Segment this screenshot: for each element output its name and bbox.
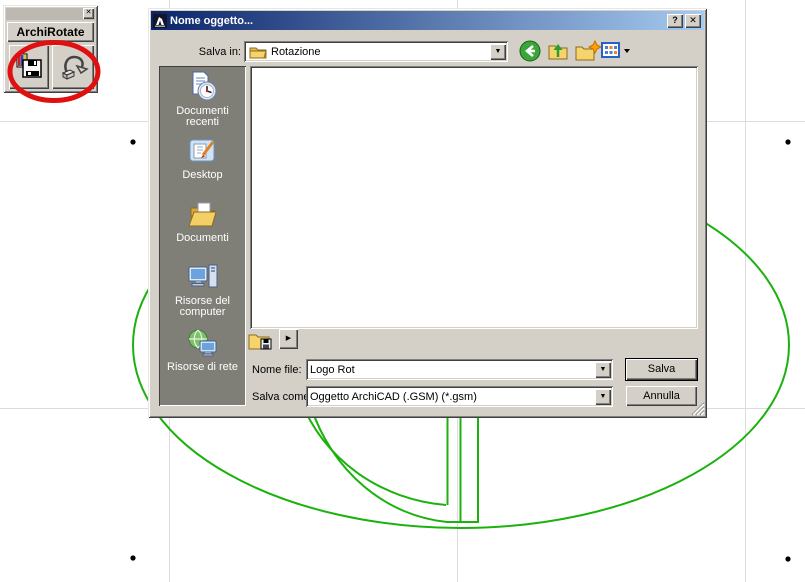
dialog-titlebar[interactable]: Nome oggetto... ? ✕ bbox=[151, 11, 704, 30]
dropdown-icon: ▼ bbox=[495, 48, 502, 55]
save-object-button[interactable] bbox=[9, 45, 49, 89]
place-label: Risorse del computer bbox=[162, 296, 244, 318]
save-type-dropdown-button[interactable]: ▼ bbox=[595, 389, 611, 405]
palette-close-button[interactable]: ✕ bbox=[83, 8, 94, 19]
save-in-combobox[interactable]: Rotazione ▼ bbox=[244, 41, 508, 62]
expand-arrow-icon: ▶ bbox=[286, 335, 291, 342]
expand-button[interactable]: ▶ bbox=[279, 329, 298, 349]
folder-save-icon[interactable] bbox=[248, 331, 276, 351]
place-network[interactable]: Risorse di rete bbox=[159, 328, 246, 373]
save-dialog: Nome oggetto... ? ✕ Salva in: Rotazione … bbox=[148, 8, 707, 418]
back-icon[interactable] bbox=[519, 39, 543, 63]
dialog-title: Nome oggetto... bbox=[167, 15, 667, 27]
help-button[interactable]: ? bbox=[667, 14, 683, 28]
place-recent-documents[interactable]: Documenti recenti bbox=[159, 70, 246, 128]
place-desktop[interactable]: Desktop bbox=[159, 136, 246, 181]
save-button-label: Salva bbox=[648, 363, 676, 375]
save-type-combobox[interactable]: Oggetto ArchiCAD (.GSM) (*.gsm) ▼ bbox=[306, 386, 613, 407]
place-my-computer[interactable]: Risorse del computer bbox=[159, 262, 246, 318]
file-name-dropdown-button[interactable]: ▼ bbox=[595, 362, 611, 378]
cancel-button-label: Annulla bbox=[643, 390, 680, 402]
archicad-object-icon bbox=[153, 14, 167, 28]
desktop-icon bbox=[187, 136, 219, 166]
place-label: Documenti bbox=[162, 233, 244, 244]
file-name-label: Nome file: bbox=[252, 364, 302, 376]
my-computer-icon bbox=[187, 262, 219, 292]
file-name-value: Logo Rot bbox=[306, 364, 593, 376]
dropdown-icon: ▼ bbox=[600, 393, 607, 400]
palette-title-button[interactable]: ArchiRotate bbox=[7, 22, 94, 42]
help-icon: ? bbox=[672, 15, 678, 25]
cancel-button[interactable]: Annulla bbox=[626, 386, 697, 406]
places-bar: Documenti recenti Desktop Docume bbox=[159, 66, 246, 406]
save-in-value: Rotazione bbox=[267, 46, 488, 58]
archicad-workspace: ✕ ArchiRotate bbox=[0, 0, 805, 582]
place-label: Documenti recenti bbox=[162, 106, 244, 128]
place-label: Desktop bbox=[162, 170, 244, 181]
save-floppy-icon bbox=[15, 52, 43, 80]
save-type-label: Salva come: bbox=[252, 391, 313, 403]
views-dropdown-caret[interactable] bbox=[624, 49, 630, 53]
rotate-object-button[interactable] bbox=[52, 45, 94, 89]
views-icon[interactable] bbox=[601, 41, 633, 61]
archirotate-palette: ✕ ArchiRotate bbox=[3, 5, 98, 93]
new-folder-icon[interactable] bbox=[575, 40, 601, 62]
rotate-arrow-icon bbox=[57, 51, 89, 83]
network-icon bbox=[187, 328, 219, 358]
close-icon: ✕ bbox=[86, 9, 92, 16]
file-name-combobox[interactable]: Logo Rot ▼ bbox=[306, 359, 613, 380]
save-type-value: Oggetto ArchiCAD (.GSM) (*.gsm) bbox=[306, 391, 593, 403]
folder-icon bbox=[249, 45, 267, 59]
dropdown-icon: ▼ bbox=[600, 366, 607, 373]
place-documents[interactable]: Documenti bbox=[159, 199, 246, 244]
close-icon: ✕ bbox=[689, 15, 697, 25]
save-in-dropdown-button[interactable]: ▼ bbox=[490, 44, 506, 60]
palette-title-label: ArchiRotate bbox=[16, 25, 84, 39]
save-button[interactable]: Salva bbox=[626, 359, 697, 380]
place-label: Risorse di rete bbox=[162, 362, 244, 373]
resize-grip[interactable] bbox=[691, 402, 705, 416]
up-folder-icon[interactable] bbox=[547, 40, 571, 62]
save-in-label: Salva in: bbox=[168, 46, 241, 58]
documents-folder-icon bbox=[187, 199, 219, 229]
recent-documents-icon bbox=[187, 70, 219, 102]
palette-titlebar[interactable]: ✕ bbox=[6, 8, 95, 20]
close-button[interactable]: ✕ bbox=[685, 14, 701, 28]
file-list-area[interactable] bbox=[250, 66, 698, 329]
